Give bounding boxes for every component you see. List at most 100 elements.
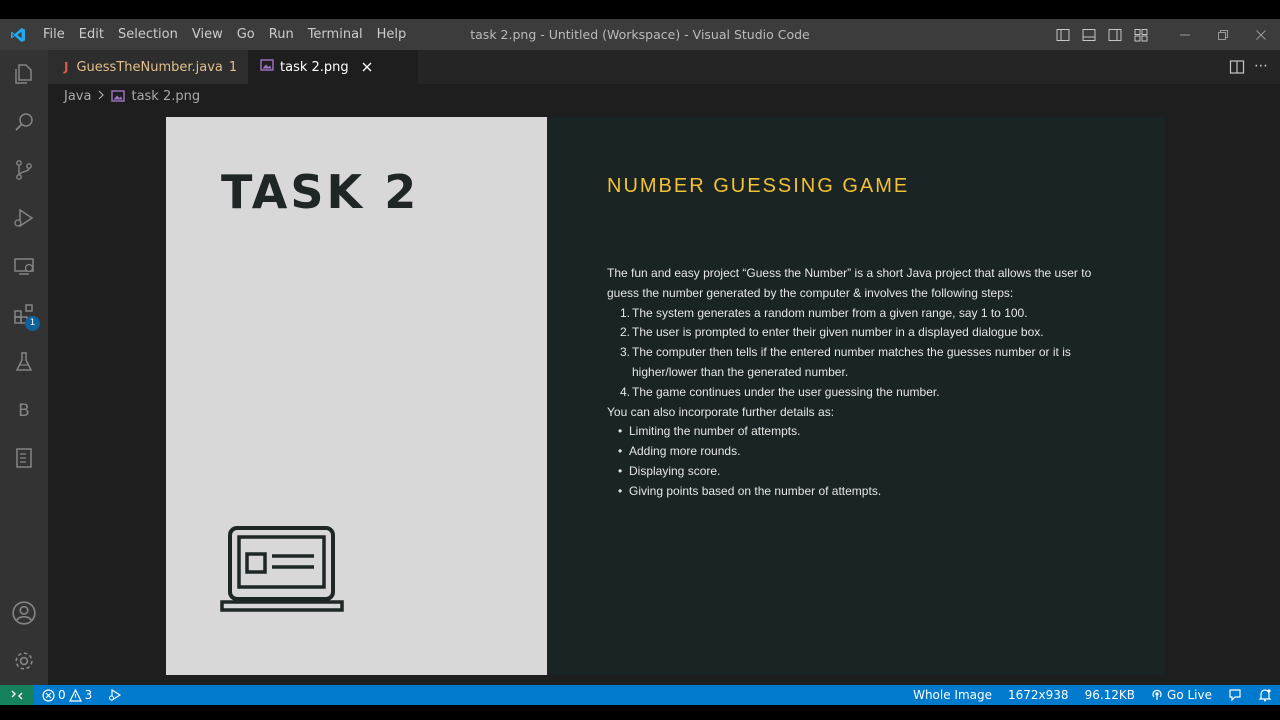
step-text: The game continues under the user guessi… xyxy=(632,384,940,399)
status-right-items: Whole Image 1672x938 96.12KB Go Live xyxy=(905,685,1280,705)
activity-bar: 1 B xyxy=(0,50,48,685)
secondary-sidebar-icon xyxy=(1108,28,1122,41)
bell-icon xyxy=(1258,689,1272,702)
extra-item: • Displaying score. xyxy=(607,462,1117,482)
image-file-icon xyxy=(260,58,274,76)
breadcrumb-folder[interactable]: Java xyxy=(64,89,91,104)
error-icon xyxy=(42,688,55,702)
customize-layout-icon xyxy=(1134,28,1148,41)
extensions-icon[interactable]: 1 xyxy=(0,290,48,338)
testing-flask-icon[interactable] xyxy=(0,338,48,386)
description-text: The fun and easy project “Guess the Numb… xyxy=(607,264,1117,502)
extra-text: Limiting the number of attempts. xyxy=(629,424,801,439)
toggle-secondary-sidebar-button[interactable] xyxy=(1102,19,1128,50)
breadcrumb: Java task 2.png xyxy=(48,84,1280,108)
image-file-icon xyxy=(111,89,126,103)
file-size: 96.12KB xyxy=(1084,688,1136,702)
close-window-button[interactable] xyxy=(1242,19,1280,50)
tab-guessthenumber-java[interactable]: J GuessTheNumber.java 1 xyxy=(48,50,248,84)
menu-edit[interactable]: Edit xyxy=(72,19,111,50)
accounts-icon[interactable] xyxy=(0,589,48,637)
tab-close-button[interactable] xyxy=(359,59,375,75)
menu-view[interactable]: View xyxy=(185,19,230,50)
image-dimensions: 1672x938 xyxy=(1008,688,1069,702)
step-item: 3. The computer then tells if the entered… xyxy=(607,343,1117,383)
feedback-button[interactable] xyxy=(1220,688,1250,702)
step-text: The user is prompted to enter their give… xyxy=(632,325,1044,340)
customize-layout-button[interactable] xyxy=(1128,19,1154,50)
image-right-panel: NUMBER GUESSING GAME The fun and easy pr… xyxy=(547,117,1165,675)
close-icon xyxy=(362,62,372,72)
chevron-right-icon xyxy=(97,89,105,104)
notifications-button[interactable] xyxy=(1250,688,1280,702)
notebook-icon[interactable] xyxy=(0,434,48,482)
debug-icon xyxy=(109,688,122,702)
remote-indicator-button[interactable] xyxy=(0,685,34,705)
explorer-icon[interactable] xyxy=(0,50,48,98)
menu-selection[interactable]: Selection xyxy=(111,19,185,50)
extra-item: • Giving points based on the number of at… xyxy=(607,482,1117,502)
run-debug-icon[interactable] xyxy=(0,194,48,242)
extra-item: • Limiting the number of attempts. xyxy=(607,422,1117,442)
settings-gear-icon[interactable] xyxy=(0,637,48,685)
menu-file[interactable]: File xyxy=(36,19,72,50)
split-editor-icon xyxy=(1229,60,1245,74)
toggle-panel-button[interactable] xyxy=(1076,19,1102,50)
close-icon xyxy=(1256,29,1266,40)
tab-label: task 2.png xyxy=(280,59,349,75)
toggle-primary-sidebar-button[interactable] xyxy=(1050,19,1076,50)
image-preview-editor: TASK 2 NUMBER GUESSING GAME The fun and … xyxy=(48,108,1280,685)
remote-explorer-icon[interactable] xyxy=(0,242,48,290)
problems-indicator[interactable]: 0 3 xyxy=(42,685,92,705)
more-actions-icon[interactable]: ⋯ xyxy=(1252,55,1270,77)
menu-bar: File Edit Selection View Go Run Terminal… xyxy=(36,19,413,50)
extra-text: Displaying score. xyxy=(629,463,721,478)
game-title: NUMBER GUESSING GAME xyxy=(607,175,910,197)
title-bar: File Edit Selection View Go Run Terminal… xyxy=(0,19,1280,50)
menu-go[interactable]: Go xyxy=(230,19,262,50)
letterbox-bottom xyxy=(0,705,1280,720)
zoom-status[interactable]: Whole Image xyxy=(905,685,1000,705)
step-text: The computer then tells if the entered n… xyxy=(632,345,1071,379)
svg-text:B: B xyxy=(18,401,30,421)
menu-help[interactable]: Help xyxy=(370,19,414,50)
image-preview[interactable]: TASK 2 NUMBER GUESSING GAME The fun and … xyxy=(166,117,1165,675)
debug-launch-button[interactable] xyxy=(108,685,122,705)
image-left-panel: TASK 2 xyxy=(166,117,547,675)
search-icon[interactable] xyxy=(0,98,48,146)
extra-text: Giving points based on the number of att… xyxy=(629,483,882,498)
editor-tabs: J GuessTheNumber.java 1 task 2.png ⋯ xyxy=(48,50,1280,84)
go-live-button[interactable]: Go Live xyxy=(1143,685,1220,705)
restore-icon xyxy=(1218,29,1228,40)
java-file-icon: J xyxy=(64,60,69,74)
extra-item: • Adding more rounds. xyxy=(607,442,1117,462)
sidebar-layout-icon xyxy=(1056,28,1070,41)
warning-icon xyxy=(68,688,82,702)
step-item: 1. The system generates a random number f… xyxy=(607,304,1117,324)
bold-b-extension-icon[interactable]: B xyxy=(0,386,48,434)
task-heading: TASK 2 xyxy=(221,165,420,219)
remote-icon xyxy=(11,690,23,700)
minimize-button[interactable] xyxy=(1166,19,1204,50)
tab-task-2-png[interactable]: task 2.png xyxy=(248,50,418,84)
breadcrumb-file[interactable]: task 2.png xyxy=(131,89,200,104)
extra-intro: You can also incorporate further details… xyxy=(607,404,835,419)
error-count: 0 xyxy=(58,688,66,702)
step-item: 2. The user is prompted to enter their gi… xyxy=(607,323,1117,343)
intro-paragraph: The fun and easy project “Guess the Numb… xyxy=(607,266,1092,300)
warning-count: 3 xyxy=(84,688,93,702)
vscode-logo-icon xyxy=(0,19,36,50)
minimize-icon xyxy=(1180,34,1190,35)
step-item: 4. The game continues under the user gues… xyxy=(607,383,1117,403)
restore-button[interactable] xyxy=(1204,19,1242,50)
title-actions xyxy=(1050,19,1280,50)
broadcast-icon xyxy=(1152,689,1162,700)
tab-label: GuessTheNumber.java xyxy=(76,59,223,75)
source-control-icon[interactable] xyxy=(0,146,48,194)
menu-run[interactable]: Run xyxy=(262,19,301,50)
split-editor-button[interactable] xyxy=(1228,58,1246,76)
panel-layout-icon xyxy=(1082,28,1096,41)
window-title: task 2.png - Untitled (Workspace) - Visu… xyxy=(470,27,810,42)
extra-text: Adding more rounds. xyxy=(629,444,741,459)
menu-terminal[interactable]: Terminal xyxy=(301,19,370,50)
